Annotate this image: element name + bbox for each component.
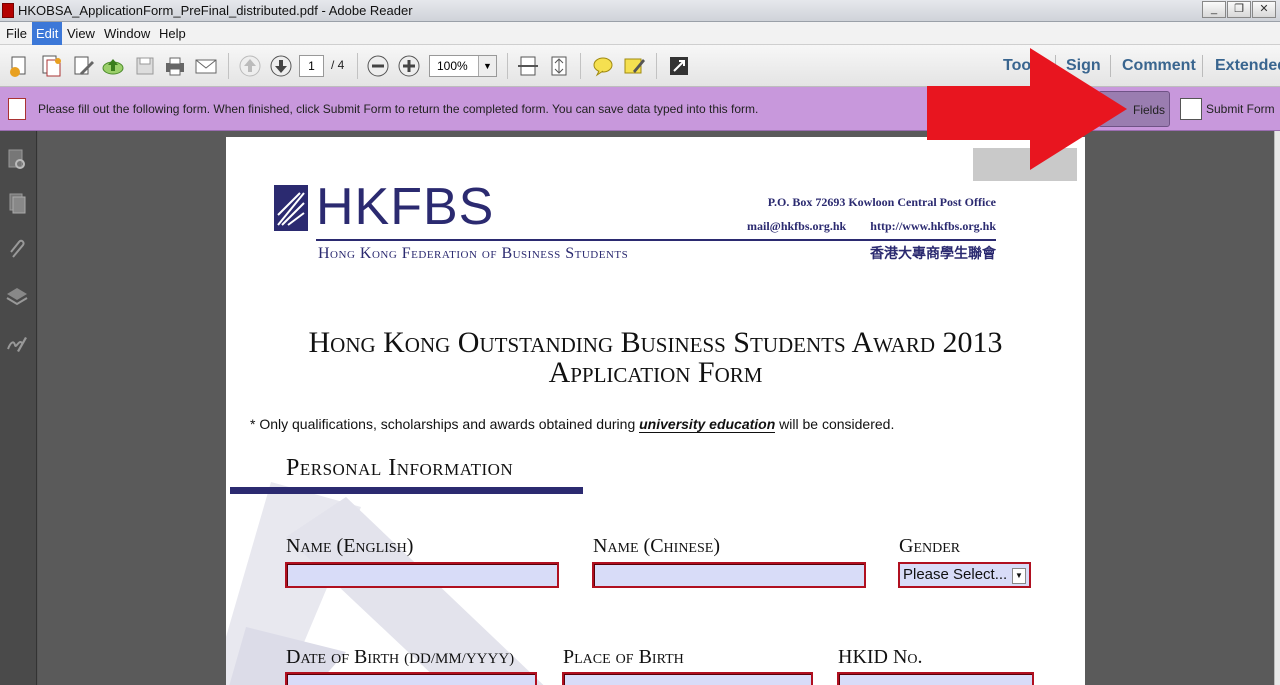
chevron-down-icon[interactable]: ▼ xyxy=(1012,568,1026,584)
name-english-field[interactable] xyxy=(285,562,559,588)
toolbar-separator xyxy=(580,53,581,79)
attachments-icon[interactable] xyxy=(5,237,29,261)
submit-form-label: Submit Form xyxy=(1206,102,1275,116)
restore-button[interactable]: ❐ xyxy=(1227,1,1251,18)
section-rule xyxy=(230,487,583,494)
edit-pdf-icon[interactable] xyxy=(70,53,96,79)
vertical-scrollbar[interactable] xyxy=(1274,131,1280,685)
minimize-button[interactable]: _ xyxy=(1202,1,1226,18)
full-screen-icon[interactable] xyxy=(666,53,692,79)
menu-view[interactable]: View xyxy=(63,22,99,45)
highlight-text-icon[interactable] xyxy=(621,53,647,79)
toolbar-separator xyxy=(507,53,508,79)
submit-form-button[interactable]: Submit Form xyxy=(1172,91,1278,127)
chevron-down-icon[interactable]: ▼ xyxy=(478,56,496,76)
previous-page-icon[interactable] xyxy=(237,53,263,79)
label-dob: Date of Birth (DD/MM/YYYY) xyxy=(286,646,514,669)
toolbar-separator xyxy=(656,53,657,79)
note-prefix: * Only qualifications, scholarships and … xyxy=(250,416,640,432)
signatures-icon[interactable] xyxy=(5,331,29,355)
section-title: Personal Information xyxy=(286,455,514,481)
next-page-icon[interactable] xyxy=(268,53,294,79)
navigation-panel xyxy=(0,131,37,685)
window-controls: _ ❐ ✕ xyxy=(1202,1,1276,18)
label-name-chinese: Name (Chinese) xyxy=(593,535,720,557)
fit-width-icon[interactable] xyxy=(515,53,541,79)
org-website[interactable]: http://www.hkfbs.org.hk xyxy=(870,219,996,234)
org-chinese-name: 香港大專商學生聯會 xyxy=(870,246,996,262)
gender-select-value: Please Select... xyxy=(903,566,1008,583)
label-hkid: HKID No. xyxy=(838,646,923,668)
close-button[interactable]: ✕ xyxy=(1252,1,1276,18)
fit-page-icon[interactable] xyxy=(546,53,572,79)
po-box-address: P.O. Box 72693 Kowloon Central Post Offi… xyxy=(767,195,996,209)
zoom-level-select[interactable]: 100% ▼ xyxy=(429,55,497,77)
form-instructions: Please fill out the following form. When… xyxy=(38,102,759,116)
upload-icon[interactable] xyxy=(100,53,126,79)
menu-help[interactable]: Help xyxy=(155,22,190,45)
label-dob-format: (DD/MM/YYYY) xyxy=(404,651,515,667)
sticky-note-icon[interactable] xyxy=(590,53,616,79)
toolbar-separator xyxy=(228,53,229,79)
header-rule xyxy=(316,239,996,241)
form-document-icon xyxy=(8,98,26,120)
eligibility-note: * Only qualifications, scholarships and … xyxy=(250,416,895,433)
menu-window[interactable]: Window xyxy=(100,22,154,45)
note-emphasis: university education xyxy=(639,416,776,433)
email-icon[interactable] xyxy=(193,53,219,79)
org-wordmark: HKFBS xyxy=(316,178,495,236)
extended-pane-button[interactable]: Extended xyxy=(1215,57,1280,75)
comment-pane-button[interactable]: Comment xyxy=(1122,57,1196,75)
zoom-level-value: 100% xyxy=(437,59,468,73)
toolbar-separator xyxy=(1202,55,1203,77)
page-number-input[interactable]: 1 xyxy=(299,55,324,77)
zoom-out-icon[interactable] xyxy=(365,53,391,79)
save-icon[interactable] xyxy=(132,53,158,79)
org-full-name: Hong Kong Federation of Business Student… xyxy=(318,245,629,262)
menu-bar: File Edit View Window Help xyxy=(0,22,1280,45)
submit-form-icon xyxy=(1180,98,1202,120)
toolbar-separator xyxy=(357,53,358,79)
form-title-line2: Application Form xyxy=(548,356,763,389)
label-name-english: Name (English) xyxy=(286,535,414,557)
highlight-fields-label: Fields xyxy=(1133,103,1166,117)
place-of-birth-field[interactable] xyxy=(562,672,813,685)
create-pdf-icon[interactable] xyxy=(6,53,32,79)
note-suffix: will be considered. xyxy=(775,416,895,432)
zoom-in-icon[interactable] xyxy=(396,53,422,79)
layers-icon[interactable] xyxy=(5,284,29,308)
red-arrow-annotation xyxy=(927,48,1127,170)
hkfbs-logo xyxy=(274,185,308,231)
label-place-of-birth: Place of Birth xyxy=(563,646,684,668)
hkid-field[interactable] xyxy=(837,672,1034,685)
page-thumbnails-icon[interactable] xyxy=(5,147,29,171)
pdf-file-icon xyxy=(2,3,14,18)
label-gender: Gender xyxy=(899,535,961,557)
form-title-line1: Hong Kong Outstanding Business Students … xyxy=(308,326,1003,359)
pages-icon[interactable] xyxy=(5,191,29,215)
label-dob-text: Date of Birth xyxy=(286,646,400,668)
org-email[interactable]: mail@hkfbs.org.hk xyxy=(747,219,846,234)
pdf-page: HKFBS Hong Kong Federation of Business S… xyxy=(226,137,1085,685)
gender-select[interactable]: Please Select... ▼ xyxy=(898,562,1031,588)
page-total: / 4 xyxy=(331,58,345,72)
combine-files-icon[interactable] xyxy=(38,53,64,79)
document-viewport[interactable]: HKFBS Hong Kong Federation of Business S… xyxy=(38,131,1274,685)
menu-file[interactable]: File xyxy=(2,22,31,45)
name-chinese-field[interactable] xyxy=(592,562,866,588)
window-titlebar: HKOBSA_ApplicationForm_PreFinal_distribu… xyxy=(0,0,1280,22)
menu-edit[interactable]: Edit xyxy=(32,22,63,45)
window-title: HKOBSA_ApplicationForm_PreFinal_distribu… xyxy=(18,3,413,18)
print-icon[interactable] xyxy=(162,53,188,79)
dob-field[interactable] xyxy=(285,672,537,685)
